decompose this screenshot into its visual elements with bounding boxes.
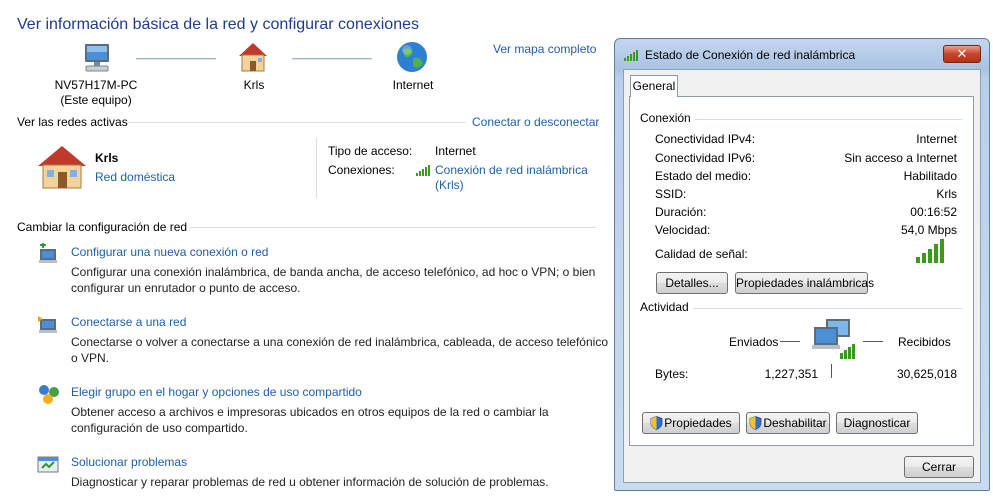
change-settings-header: Cambiar la configuración de red (17, 220, 188, 234)
page-title: Ver información básica de la red y confi… (17, 16, 419, 33)
dialog-title: Estado de Conexión de red inalámbrica (645, 48, 856, 62)
disable-button[interactable]: Deshabilitar (746, 412, 830, 434)
homegroup-icon (37, 383, 61, 405)
computer-icon (80, 42, 114, 74)
ipv4-value: Internet (916, 132, 957, 146)
ipv4-label: Conectividad IPv4: (655, 132, 756, 146)
computer-label: NV57H17M-PC (Este equipo) (54, 78, 138, 107)
task-new-connection-desc: Configurar una conexión inalámbrica, de … (71, 265, 596, 295)
signal-quality-bars-icon (916, 239, 946, 263)
activity-group-label: Actividad (640, 300, 693, 314)
task-troubleshoot-link[interactable]: Solucionar problemas (71, 455, 187, 469)
active-network-name: Krls (95, 151, 119, 165)
network-label: Krls (243, 78, 265, 92)
properties-button[interactable]: Propiedades (642, 412, 740, 434)
access-type-label: Tipo de acceso: (328, 144, 413, 158)
general-panel: Conexión Conectividad IPv4: Internet Con… (629, 96, 974, 446)
wireless-connection-link[interactable]: Conexión de red inalámbrica (Krls) (435, 163, 588, 193)
ipv6-label: Conectividad IPv6: (655, 151, 756, 165)
task-homegroup-desc: Obtener acceso a archivos e impresoras u… (71, 405, 549, 435)
sent-label: Enviados (729, 335, 779, 349)
task-new-connection-link[interactable]: Configurar una nueva conexión o red (71, 245, 268, 259)
dialog-close-button[interactable]: ✕ (943, 45, 981, 63)
connections-label: Conexiones: (328, 163, 395, 177)
network-activity-icon (810, 317, 858, 361)
dialog-client: General Conexión Conectividad IPv4: Inte… (623, 69, 981, 483)
dialog-signal-icon (624, 49, 640, 61)
internet-globe-icon (395, 40, 429, 74)
speed-value: 54,0 Mbps (900, 223, 957, 237)
wireless-signal-icon (416, 164, 432, 176)
home-network-large-icon (36, 144, 88, 190)
details-button[interactable]: Detalles... (656, 272, 728, 294)
bytes-received-value: 30,625,018 (896, 367, 957, 381)
connect-disconnect-link[interactable]: Conectar o desconectar (472, 115, 599, 129)
home-network-icon (236, 40, 270, 74)
ssid-value: Krls (936, 187, 957, 201)
full-map-link[interactable]: Ver mapa completo (493, 42, 596, 56)
ssid-label: SSID: (655, 187, 687, 201)
internet-label: Internet (392, 78, 434, 92)
close-button[interactable]: Cerrar (904, 456, 974, 478)
network-type-link[interactable]: Red doméstica (95, 170, 175, 184)
task-troubleshoot-desc: Diagnosticar y reparar problemas de red … (71, 475, 549, 489)
speed-label: Velocidad: (655, 223, 711, 237)
active-networks-header: Ver las redes activas (17, 115, 128, 129)
diagnose-button[interactable]: Diagnosticar (836, 412, 918, 434)
media-state-value: Habilitado (903, 169, 957, 183)
access-type-value: Internet (435, 144, 476, 158)
new-connection-icon (37, 243, 61, 265)
bytes-sent-value: 1,227,351 (764, 367, 818, 381)
task-connect-network-desc: Conectarse o volver a conectarse a una c… (71, 335, 608, 365)
troubleshoot-icon (37, 455, 61, 475)
close-icon: ✕ (956, 46, 968, 61)
uac-shield-icon (650, 416, 663, 430)
media-state-label: Estado del medio: (655, 169, 752, 183)
received-label: Recibidos (898, 335, 951, 349)
wireless-status-dialog: Estado de Conexión de red inalámbrica ✕ … (614, 38, 990, 491)
wireless-properties-button[interactable]: Propiedades inalámbricas (735, 272, 874, 294)
task-homegroup-link[interactable]: Elegir grupo en el hogar y opciones de u… (71, 385, 362, 399)
uac-shield-icon (749, 416, 762, 430)
connection-group-label: Conexión (640, 111, 695, 125)
duration-label: Duración: (655, 205, 707, 219)
signal-quality-label: Calidad de señal: (655, 247, 748, 261)
bytes-label: Bytes: (655, 367, 689, 381)
task-connect-network-link[interactable]: Conectarse a una red (71, 315, 186, 329)
duration-value: 00:16:52 (910, 205, 957, 219)
connect-network-icon (37, 313, 61, 335)
ipv6-value: Sin acceso a Internet (844, 151, 957, 165)
tab-general[interactable]: General (630, 75, 678, 97)
